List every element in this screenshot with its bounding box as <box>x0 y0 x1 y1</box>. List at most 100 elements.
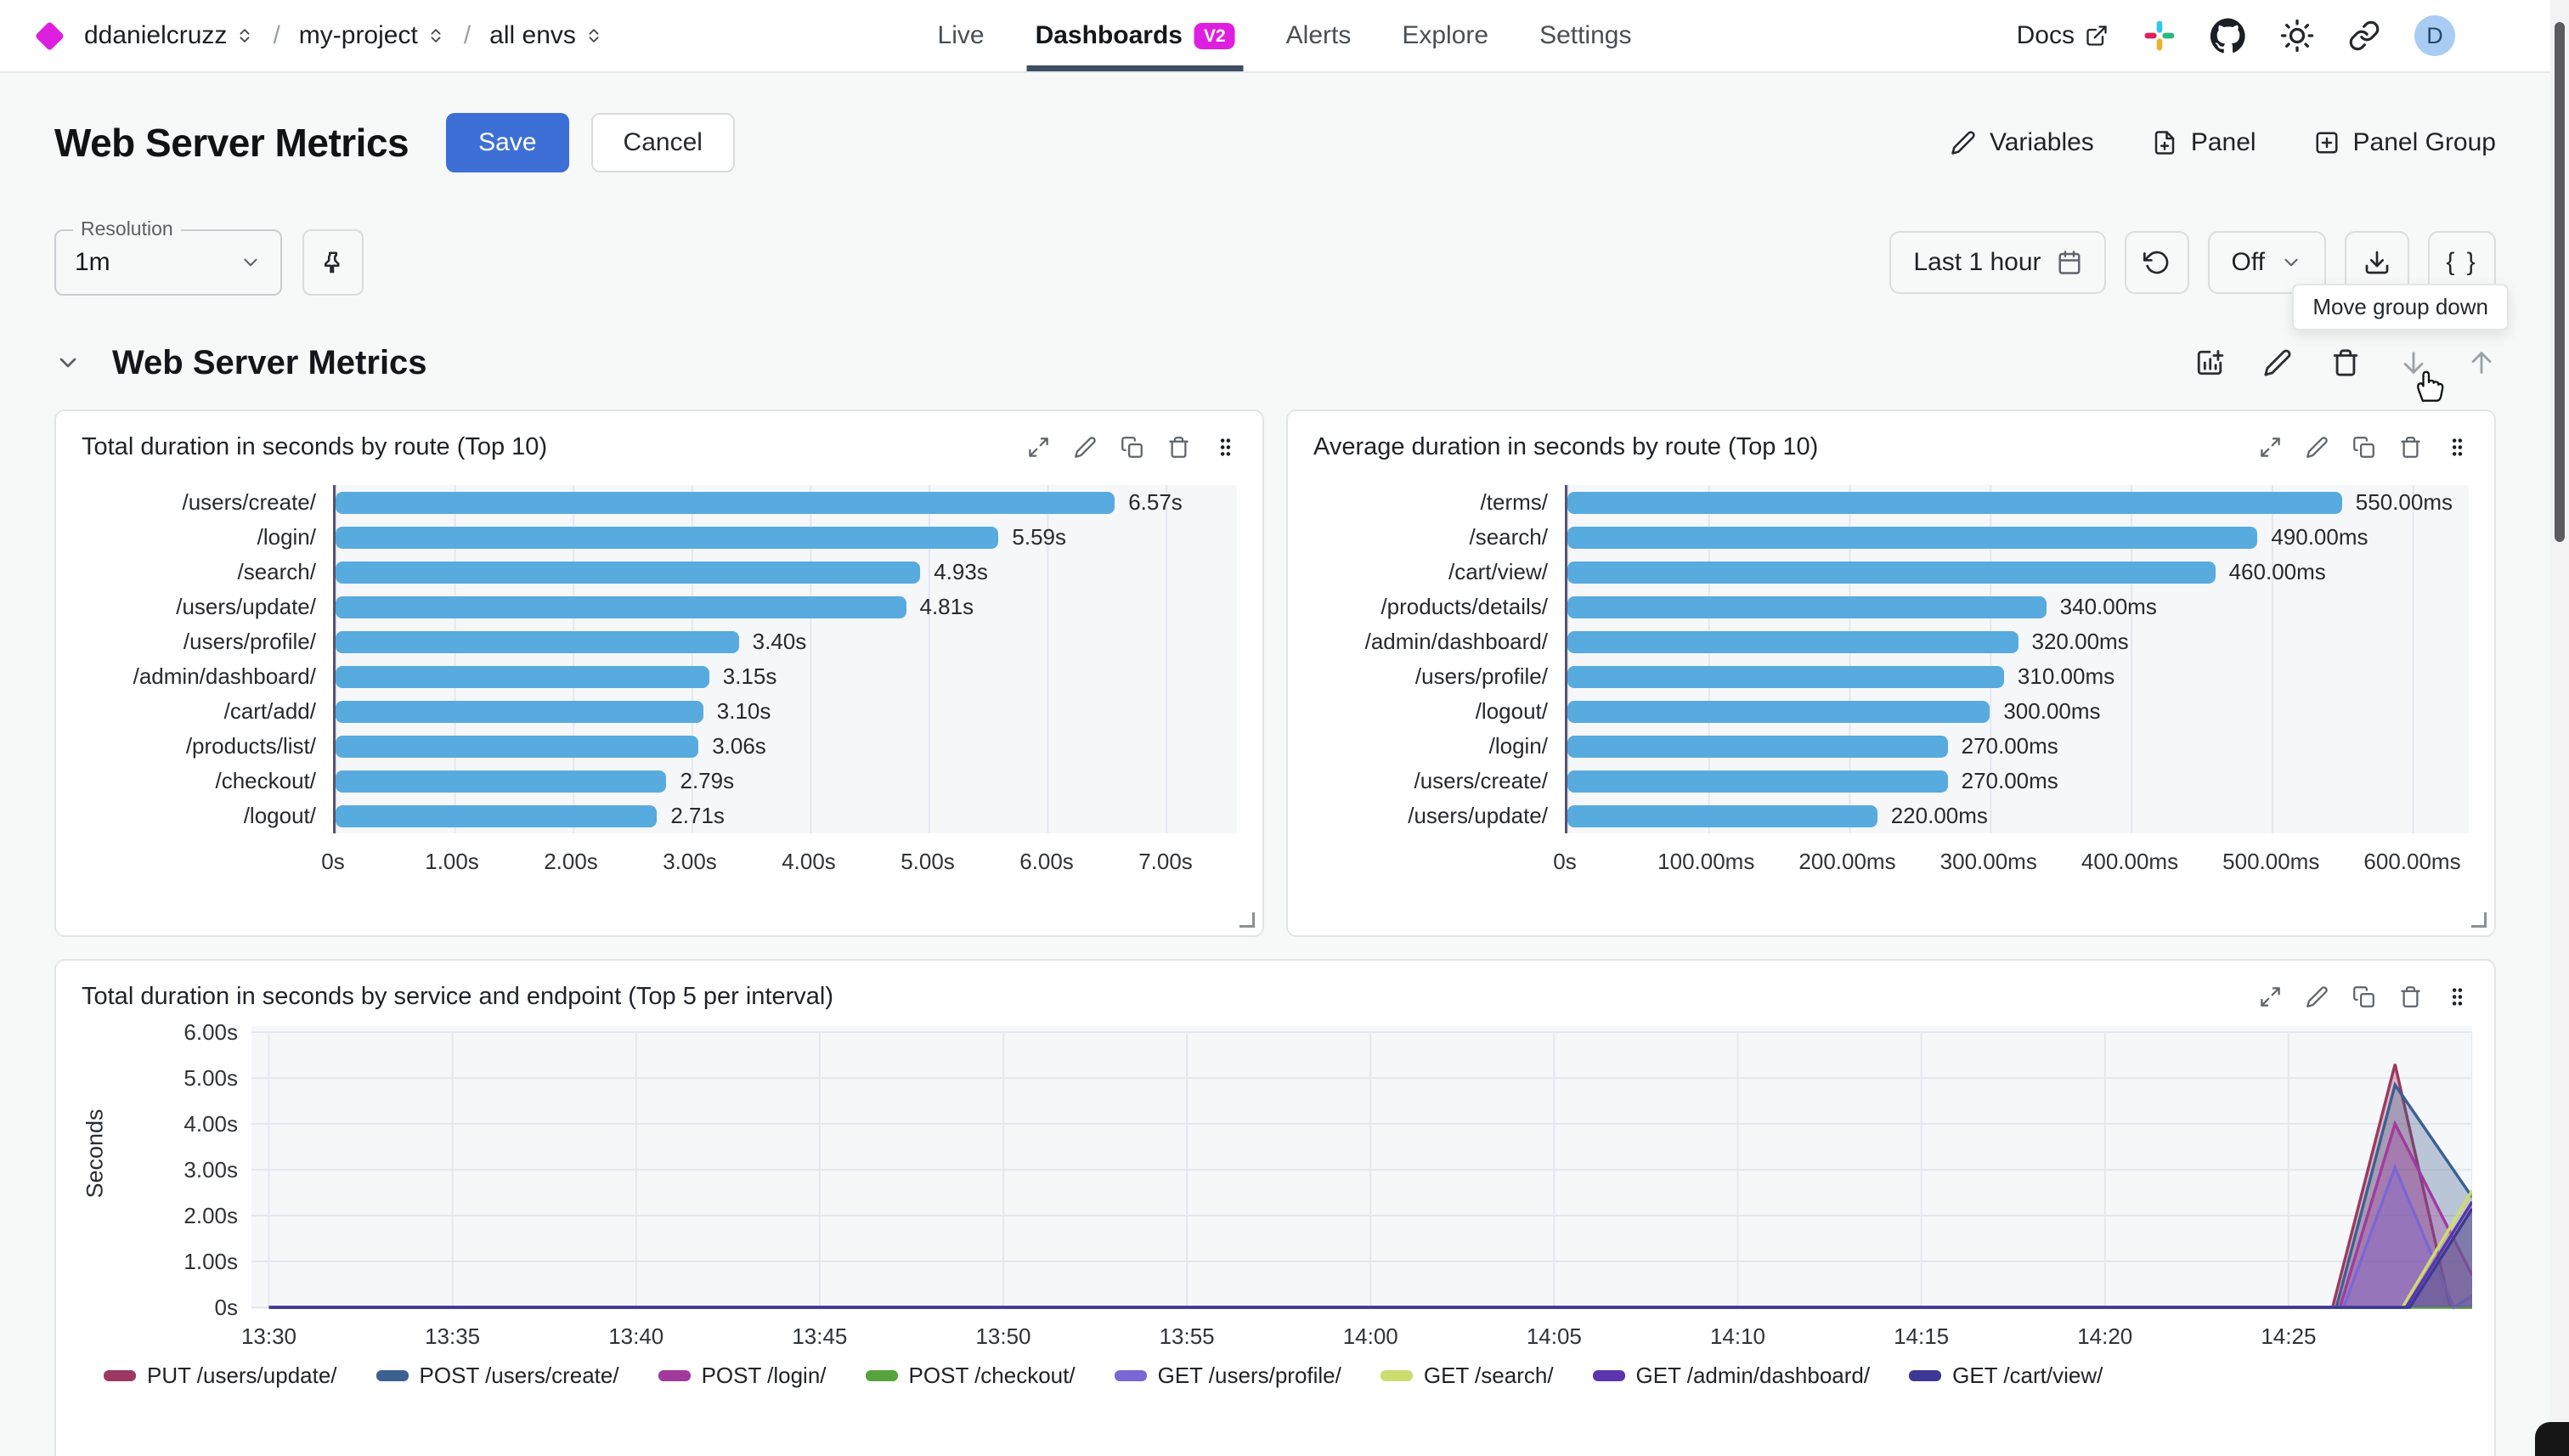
edit-panel-icon[interactable] <box>2306 436 2329 459</box>
bar-value-label: 270.00ms <box>1962 768 2058 794</box>
github-icon[interactable] <box>2210 18 2246 54</box>
legend-item[interactable]: POST /checkout/ <box>866 1363 1076 1389</box>
resize-handle[interactable] <box>1239 912 1255 928</box>
bar-track: 2.71s <box>333 799 1237 833</box>
delete-panel-icon[interactable] <box>1167 436 1190 459</box>
panel-duration-by-endpoint: Total duration in seconds by service and… <box>54 959 2496 1456</box>
breadcrumb-separator: / <box>464 21 471 50</box>
chart-legend: PUT /users/update/POST /users/create/POS… <box>104 1363 2472 1389</box>
bar-category-label: /logout/ <box>76 799 333 833</box>
theme-toggle-icon[interactable] <box>2280 19 2314 53</box>
delete-group-icon[interactable] <box>2331 348 2360 377</box>
cancel-button[interactable]: Cancel <box>591 113 735 172</box>
collapse-group-icon[interactable] <box>54 349 82 376</box>
y-tick-label: 0s <box>215 1295 238 1321</box>
add-panel-group-button[interactable]: Panel Group <box>2314 128 2496 157</box>
breadcrumb-org[interactable]: ddanielcruzz <box>84 21 254 50</box>
bar-track: 270.00ms <box>1565 729 2469 764</box>
bar-value-label: 550.00ms <box>2356 489 2453 516</box>
bar <box>336 701 703 723</box>
bar-track: 3.15s <box>333 659 1237 694</box>
variables-button[interactable]: Variables <box>1951 128 2094 157</box>
save-button[interactable]: Save <box>446 113 568 172</box>
legend-label: GET /search/ <box>1424 1363 1554 1389</box>
nav-item-settings[interactable]: Settings <box>1539 0 1631 71</box>
bar-category-label: /users/profile/ <box>76 624 333 659</box>
bar-category-label: /search/ <box>1308 520 1565 555</box>
pin-button[interactable] <box>302 229 364 296</box>
docs-link[interactable]: Docs <box>2017 21 2109 50</box>
legend-label: POST /login/ <box>702 1363 827 1389</box>
resolution-select[interactable]: Resolution 1m <box>54 229 282 296</box>
add-panel-button[interactable]: Panel <box>2152 128 2256 157</box>
bar-track: 550.00ms <box>1565 485 2469 520</box>
docs-label: Docs <box>2017 21 2075 50</box>
time-range-button[interactable]: Last 1 hour <box>1889 231 2105 294</box>
legend-item[interactable]: PUT /users/update/ <box>104 1363 337 1389</box>
breadcrumb-env[interactable]: all envs <box>489 21 603 50</box>
legend-label: POST /checkout/ <box>909 1363 1076 1389</box>
bar-value-label: 270.00ms <box>1962 733 2058 759</box>
bar-value-label: 2.79s <box>680 768 734 794</box>
resize-handle[interactable] <box>2471 912 2487 928</box>
legend-item[interactable]: GET /search/ <box>1380 1363 1554 1389</box>
chevron-down-icon <box>2280 251 2302 274</box>
x-axis-ticks: 0s1.00s2.00s3.00s4.00s5.00s6.00s7.00s <box>333 833 1237 883</box>
share-link-icon[interactable] <box>2348 20 2380 52</box>
edit-panel-icon[interactable] <box>1074 436 1097 459</box>
nav-item-live[interactable]: Live <box>938 0 985 71</box>
slack-icon[interactable] <box>2143 19 2177 53</box>
drag-handle-icon[interactable] <box>2446 985 2469 1008</box>
bar-value-label: 220.00ms <box>1891 803 1988 829</box>
duplicate-panel-icon[interactable] <box>2352 436 2375 459</box>
bar-category-label: /products/details/ <box>1308 590 1565 624</box>
bar <box>1567 492 2342 514</box>
edit-group-icon[interactable] <box>2263 348 2292 377</box>
legend-item[interactable]: POST /users/create/ <box>376 1363 619 1389</box>
nav-item-explore[interactable]: Explore <box>1402 0 1488 71</box>
bar-category-label: /products/list/ <box>76 729 333 764</box>
duplicate-panel-icon[interactable] <box>2352 985 2375 1008</box>
breadcrumb-project[interactable]: my-project <box>299 21 445 50</box>
panel-actions <box>2259 985 2469 1008</box>
bar-value-label: 4.93s <box>934 559 988 585</box>
bar-track: 5.59s <box>333 520 1237 555</box>
expand-panel-icon[interactable] <box>2259 985 2282 1008</box>
panel-group-label: Panel Group <box>2353 128 2496 157</box>
delete-panel-icon[interactable] <box>2399 436 2422 459</box>
bar <box>336 666 709 688</box>
legend-swatch <box>658 1370 691 1381</box>
legend-item[interactable]: GET /admin/dashboard/ <box>1593 1363 1871 1389</box>
add-panel-to-group-icon[interactable] <box>2195 348 2224 377</box>
move-group-up-icon[interactable] <box>2467 348 2496 377</box>
refresh-interval-value: Off <box>2232 248 2265 277</box>
legend-swatch <box>1115 1370 1147 1381</box>
x-tick-label: 13:45 <box>792 1323 847 1350</box>
expand-panel-icon[interactable] <box>1027 436 1050 459</box>
brand-logo-icon[interactable] <box>35 20 65 50</box>
move-group-down-button[interactable] <box>2399 348 2428 377</box>
drag-handle-icon[interactable] <box>1214 436 1237 459</box>
drag-handle-icon[interactable] <box>2446 436 2469 459</box>
updown-selector-icon <box>235 26 254 45</box>
duplicate-panel-icon[interactable] <box>1121 436 1143 459</box>
nav-item-dashboards[interactable]: Dashboards V2 <box>1036 0 1235 71</box>
legend-item[interactable]: GET /users/profile/ <box>1115 1363 1341 1389</box>
y-tick-label: 2.00s <box>184 1203 238 1229</box>
legend-label: GET /users/profile/ <box>1158 1363 1341 1389</box>
time-series-plot[interactable] <box>251 1026 2472 1315</box>
legend-item[interactable]: GET /cart/view/ <box>1909 1363 2103 1389</box>
nav-item-alerts[interactable]: Alerts <box>1286 0 1352 71</box>
page-scrollbar-thumb[interactable] <box>2555 22 2565 542</box>
variables-label: Variables <box>1990 128 2094 157</box>
bar-category-label: /search/ <box>76 555 333 590</box>
avatar[interactable]: D <box>2414 15 2455 56</box>
legend-item[interactable]: POST /login/ <box>658 1363 827 1389</box>
x-tick-label: 200.00ms <box>1798 849 1895 875</box>
panel-actions <box>1027 436 1237 459</box>
bar <box>1567 736 1948 758</box>
refresh-button[interactable] <box>2125 231 2189 294</box>
edit-panel-icon[interactable] <box>2306 985 2329 1008</box>
delete-panel-icon[interactable] <box>2399 985 2422 1008</box>
expand-panel-icon[interactable] <box>2259 436 2282 459</box>
